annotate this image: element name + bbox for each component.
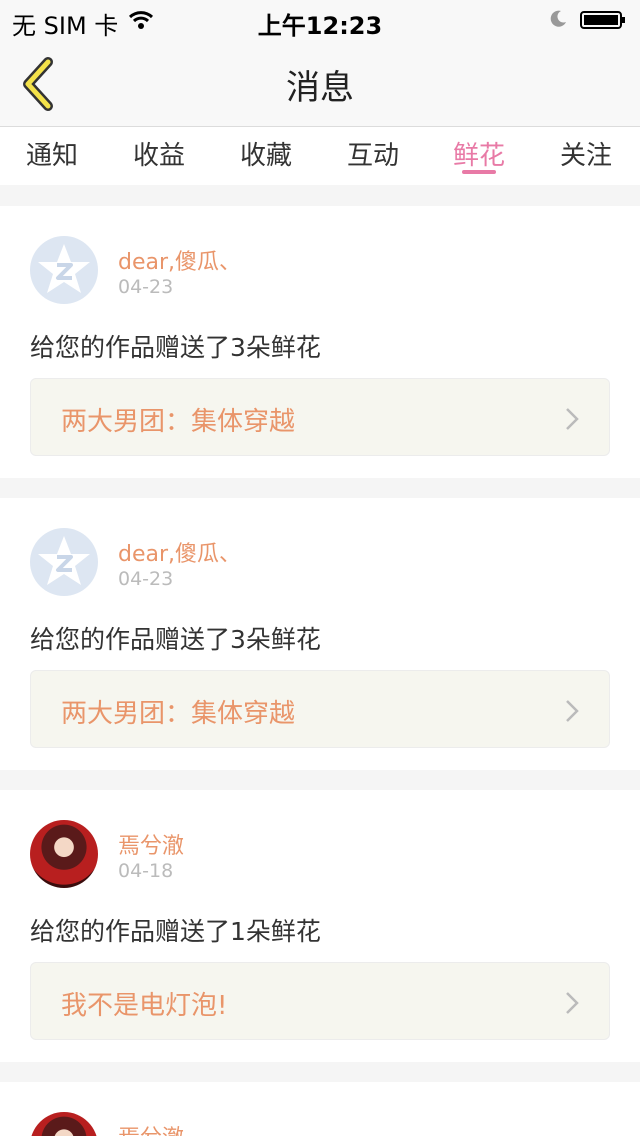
tab-flowers[interactable]: 鲜花 [424, 135, 534, 172]
tab-notice[interactable]: 通知 [0, 135, 107, 172]
tab-interaction[interactable]: 互动 [318, 135, 428, 172]
work-link[interactable]: 我不是电灯泡! [30, 962, 610, 1040]
moon-icon [550, 10, 566, 27]
sender-name[interactable]: dear,傻瓜、 [118, 244, 241, 276]
message-text: 给您的作品赠送了3朵鲜花 [30, 333, 321, 362]
work-title: 两大男团：集体穿越 [61, 699, 296, 729]
message-date: 04-23 [118, 276, 174, 298]
chevron-right-icon [566, 408, 579, 430]
default-avatar[interactable] [30, 528, 98, 596]
chevron-right-icon [566, 700, 579, 722]
message-text: 给您的作品赠送了3朵鲜花 [30, 625, 321, 654]
work-title: 两大男团：集体穿越 [61, 407, 296, 437]
tab-bar: 通知 收益 收藏 互动 鲜花 关注 [0, 127, 640, 185]
sender-name[interactable]: dear,傻瓜、 [118, 536, 241, 568]
tab-earnings[interactable]: 收益 [104, 135, 214, 172]
active-tab-indicator [462, 170, 496, 174]
message-text: 给您的作品赠送了1朵鲜花 [30, 917, 321, 946]
nav-bar: 消息 [0, 40, 640, 127]
default-avatar[interactable] [30, 236, 98, 304]
sender-name[interactable]: 焉兮澈 [118, 828, 184, 860]
message-date: 04-18 [118, 860, 174, 882]
message-card: dear,傻瓜、 04-23 给您的作品赠送了3朵鲜花 两大男团：集体穿越 [0, 206, 640, 478]
work-link[interactable]: 两大男团：集体穿越 [30, 670, 610, 748]
message-card: dear,傻瓜、 04-23 给您的作品赠送了3朵鲜花 两大男团：集体穿越 [0, 498, 640, 770]
photo-avatar[interactable] [30, 1112, 98, 1136]
message-card: 焉兮澈 [0, 1082, 640, 1136]
chevron-right-icon [566, 992, 579, 1014]
page-title: 消息 [286, 68, 354, 108]
status-time: 上午12:23 [257, 12, 383, 40]
star-icon [38, 536, 90, 585]
star-icon [38, 244, 90, 293]
message-card: 焉兮澈 04-18 给您的作品赠送了1朵鲜花 我不是电灯泡! [0, 790, 640, 1062]
message-date: 04-23 [118, 568, 174, 590]
work-link[interactable]: 两大男团：集体穿越 [30, 378, 610, 456]
sender-name[interactable]: 焉兮澈 [118, 1120, 184, 1136]
tab-follow[interactable]: 关注 [531, 135, 640, 172]
battery-icon [580, 11, 625, 29]
photo-avatar[interactable] [30, 820, 98, 888]
status-bar: 无 SIM 卡 上午12:23 [0, 0, 640, 40]
work-title: 我不是电灯泡! [61, 991, 228, 1021]
tab-favorites[interactable]: 收藏 [211, 135, 321, 172]
